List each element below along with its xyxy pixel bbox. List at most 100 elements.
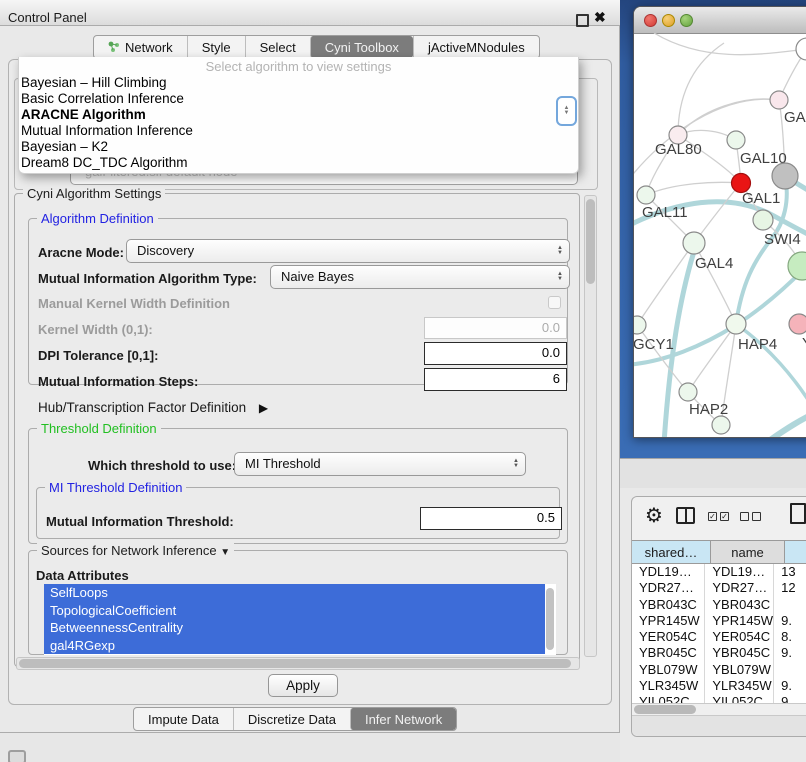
column-header[interactable]: A bbox=[785, 540, 806, 564]
sources-group-title[interactable]: Sources for Network Inference ▼ bbox=[37, 543, 234, 558]
network-node[interactable] bbox=[712, 416, 730, 434]
list-scrollbar[interactable] bbox=[546, 588, 554, 650]
scrollbar-thumb[interactable] bbox=[634, 705, 696, 714]
algorithm-option[interactable]: ARACNE Algorithm bbox=[19, 107, 578, 123]
table-cell: YLR345W bbox=[632, 678, 705, 694]
collapsed-arrow-icon[interactable]: ▶ bbox=[259, 401, 268, 415]
mi-steps-field[interactable]: 6 bbox=[424, 368, 567, 391]
scrollbar-thumb[interactable] bbox=[586, 199, 595, 284]
dock-panel-icon[interactable] bbox=[8, 750, 26, 762]
network-node-gal[interactable] bbox=[770, 91, 788, 109]
network-node[interactable] bbox=[772, 163, 798, 189]
table-row[interactable]: YDR27…YDR27…12 bbox=[632, 580, 806, 596]
network-node-y[interactable] bbox=[789, 314, 806, 334]
table-row[interactable]: YBR045CYBR045C9. bbox=[632, 645, 806, 661]
tab-label: Select bbox=[260, 40, 296, 55]
tab-network[interactable]: Network bbox=[94, 36, 187, 58]
network-edge[interactable] bbox=[646, 182, 741, 195]
manual-kernel-checkbox[interactable] bbox=[548, 296, 561, 309]
data-attribute-item[interactable]: BetweennessCentrality bbox=[44, 619, 545, 637]
cyni-bottom-tabs: Impute DataDiscretize DataInfer Network bbox=[133, 707, 457, 731]
table-cell: YBL079W bbox=[705, 662, 774, 678]
network-node-gal4[interactable] bbox=[683, 232, 705, 254]
tab-select[interactable]: Select bbox=[245, 36, 310, 58]
algorithm-option[interactable]: Basic Correlation Inference bbox=[19, 91, 578, 107]
tab-label: Style bbox=[202, 40, 231, 55]
data-attribute-item[interactable]: TopologicalCoefficient bbox=[44, 602, 545, 620]
tab-cyni-toolbox[interactable]: Cyni Toolbox bbox=[310, 36, 413, 58]
control-panel-tabs: Network Style Select Cyni ToolboxjActiveMNo… bbox=[93, 35, 540, 59]
data-attributes-list[interactable]: SelfLoopsTopologicalCoefficientBetweenne… bbox=[44, 584, 556, 655]
table-row[interactable]: YBL079WYBL079W bbox=[632, 662, 806, 678]
network-node-gal10[interactable] bbox=[727, 131, 745, 149]
column-header[interactable]: shared… bbox=[632, 540, 711, 564]
network-window-titlebar[interactable] bbox=[634, 7, 806, 34]
zoom-traffic-light-icon[interactable] bbox=[680, 14, 693, 27]
data-attribute-item[interactable]: SelfLoops bbox=[44, 584, 545, 602]
network-graph-canvas[interactable]: GALGAL80GAL10GAL1GAL11SWI4GAL4GCY1HAP4YH… bbox=[634, 33, 806, 438]
tab-jactivemnodules[interactable]: jActiveMNodules bbox=[413, 36, 539, 58]
network-edge[interactable] bbox=[678, 99, 779, 135]
network-edge[interactable] bbox=[654, 33, 806, 55]
close-traffic-light-icon[interactable] bbox=[644, 14, 657, 27]
table-row[interactable]: YIL052CYIL052C9 bbox=[632, 694, 806, 703]
minimize-traffic-light-icon[interactable] bbox=[662, 14, 675, 27]
table-row[interactable]: YBR043CYBR043C bbox=[632, 597, 806, 613]
document-icon[interactable] bbox=[790, 503, 806, 524]
close-icon[interactable]: ✖ bbox=[594, 9, 606, 26]
algorithm-option[interactable]: Bayesian – K2 bbox=[19, 139, 578, 155]
mi-steps-label: Mutual Information Steps: bbox=[38, 374, 198, 389]
table-horizontal-scrollbar[interactable] bbox=[632, 703, 806, 716]
algorithm-combobox-stepper[interactable]: ▲▼ bbox=[556, 96, 577, 126]
network-node[interactable] bbox=[788, 252, 806, 280]
table-row[interactable]: YDL19…YDL19…13 bbox=[632, 564, 806, 580]
tab-style[interactable]: Style bbox=[187, 36, 245, 58]
table-rows[interactable]: YDL19…YDL19…13YDR27…YDR27…12YBR043CYBR04… bbox=[632, 564, 806, 703]
settings-horizontal-scrollbar[interactable] bbox=[16, 657, 580, 670]
control-panel-titlebar[interactable]: Control Panel ✖ bbox=[0, 0, 620, 26]
hub-definition-label[interactable]: Hub/Transcription Factor Definition ▶ bbox=[38, 400, 268, 415]
tab-infer-network[interactable]: Infer Network bbox=[350, 708, 456, 730]
network-node-gal11[interactable] bbox=[637, 186, 655, 204]
tab-label: Network bbox=[125, 40, 173, 55]
table-header-row[interactable]: shared…nameA bbox=[632, 540, 806, 564]
mi-threshold-field[interactable]: 0.5 bbox=[420, 507, 562, 530]
dpi-tolerance-field[interactable]: 0.0 bbox=[424, 342, 567, 365]
network-node-hap4[interactable] bbox=[726, 314, 746, 334]
network-edge[interactable] bbox=[678, 43, 724, 135]
split-columns-icon[interactable] bbox=[676, 507, 695, 524]
mi-type-combobox[interactable]: Naive Bayes ▲▼ bbox=[270, 265, 570, 289]
apply-button[interactable]: Apply bbox=[268, 674, 338, 697]
column-header[interactable]: name bbox=[711, 540, 785, 564]
which-threshold-combobox[interactable]: MI Threshold ▲▼ bbox=[234, 452, 526, 476]
algorithm-option[interactable]: Dream8 DC_TDC Algorithm bbox=[19, 155, 578, 171]
aracne-mode-label: Aracne Mode: bbox=[38, 245, 124, 260]
algorithm-option[interactable]: Bayesian – Hill Climbing bbox=[19, 75, 578, 91]
gear-icon[interactable]: ⚙ bbox=[645, 503, 663, 527]
data-attribute-item[interactable]: gal4RGexp bbox=[44, 637, 545, 655]
table-row[interactable]: YER054CYER054C8. bbox=[632, 629, 806, 645]
kernel-width-field[interactable]: 0.0 bbox=[424, 317, 567, 339]
deselect-all-checkboxes-icon[interactable] bbox=[740, 512, 761, 521]
table-cell: 9 bbox=[774, 694, 806, 703]
algorithm-option[interactable]: Mutual Information Inference bbox=[19, 123, 578, 139]
network-edge[interactable] bbox=[752, 405, 806, 438]
node-label: GAL11 bbox=[642, 204, 688, 221]
scrollbar-thumb[interactable] bbox=[19, 659, 571, 668]
expanded-arrow-icon[interactable]: ▼ bbox=[220, 547, 230, 558]
combo-stepper-icon: ▲▼ bbox=[557, 246, 563, 256]
table-row[interactable]: YLR345WYLR345W9. bbox=[632, 678, 806, 694]
select-all-checkboxes-icon[interactable]: ✓ ✓ bbox=[708, 512, 729, 521]
settings-vertical-scrollbar[interactable] bbox=[584, 195, 597, 657]
node-label: GAL bbox=[784, 109, 806, 126]
aracne-mode-combobox[interactable]: Discovery ▲▼ bbox=[126, 239, 570, 263]
table-row[interactable]: YPR145WYPR145W9. bbox=[632, 613, 806, 629]
network-node-gcy1[interactable] bbox=[634, 316, 646, 334]
network-node-hap2[interactable] bbox=[679, 383, 697, 401]
network-edge[interactable] bbox=[688, 324, 736, 392]
network-node-swi4[interactable] bbox=[753, 210, 773, 230]
tab-impute-data[interactable]: Impute Data bbox=[134, 708, 233, 730]
tab-discretize-data[interactable]: Discretize Data bbox=[233, 708, 350, 730]
network-node[interactable] bbox=[796, 38, 806, 60]
float-window-icon[interactable] bbox=[576, 14, 589, 27]
